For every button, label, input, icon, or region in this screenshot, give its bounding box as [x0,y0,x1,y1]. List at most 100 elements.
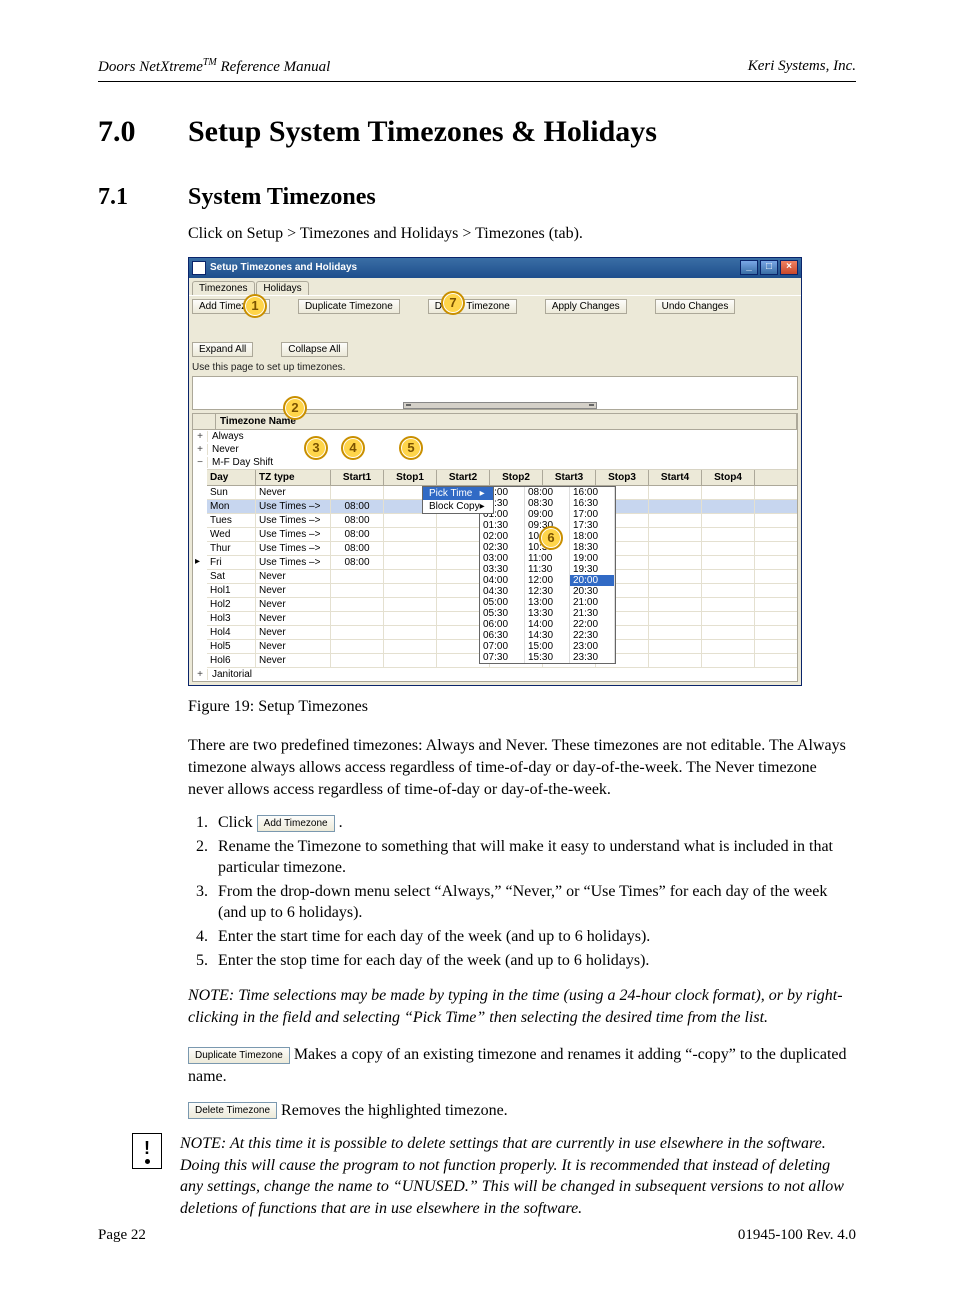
time-cell[interactable] [384,654,437,667]
time-cell[interactable] [702,584,755,597]
time-cell[interactable] [649,514,702,527]
picker-time[interactable]: 21:30 [570,608,615,619]
picker-time[interactable]: 22:00 [570,619,615,630]
tz-node-never[interactable]: + Never [193,443,797,456]
time-cell[interactable] [702,640,755,653]
expand-all-button[interactable]: Expand All [192,342,253,357]
picker-time[interactable]: 07:00 [480,641,525,652]
tztype-cell[interactable]: Use Times –> [256,514,331,527]
duplicate-timezone-button[interactable]: Duplicate Timezone [298,299,400,314]
picker-time[interactable]: 14:30 [525,630,570,641]
tztype-cell[interactable]: Never [256,570,331,583]
picker-time[interactable]: 17:30 [570,520,615,531]
time-cell[interactable] [649,500,702,513]
picker-time[interactable]: 08:30 [525,498,570,509]
time-cell[interactable] [702,612,755,625]
tztype-cell[interactable]: Use Times –> [256,556,331,569]
tab-holidays[interactable]: Holidays [256,281,308,295]
picker-time[interactable]: 20:00 [570,575,615,586]
picker-time[interactable]: 22:30 [570,630,615,641]
picker-time[interactable]: 14:00 [525,619,570,630]
expand-icon[interactable]: + [193,431,208,442]
time-cell[interactable] [331,654,384,667]
picker-time[interactable]: 17:00 [570,509,615,520]
subgrid-header[interactable]: Stop4 [702,470,755,485]
picker-time[interactable]: 16:00 [570,487,615,498]
picker-time[interactable]: 06:30 [480,630,525,641]
time-cell[interactable] [384,612,437,625]
time-cell[interactable] [331,486,384,499]
picker-time[interactable]: 07:30 [480,652,525,663]
picker-time[interactable]: 11:00 [525,553,570,564]
picker-time[interactable]: 05:00 [480,597,525,608]
picker-time[interactable]: 06:00 [480,619,525,630]
picker-time[interactable]: 20:30 [570,586,615,597]
time-cell[interactable] [649,640,702,653]
time-cell[interactable] [649,556,702,569]
subgrid-header[interactable]: Start3 [543,470,596,485]
picker-time[interactable]: 04:00 [480,575,525,586]
picker-time[interactable]: 23:30 [570,652,615,663]
collapse-icon[interactable]: − [193,457,208,468]
tztype-cell[interactable]: Never [256,612,331,625]
picker-time[interactable]: 05:30 [480,608,525,619]
picker-time[interactable]: 12:30 [525,586,570,597]
tztype-cell[interactable]: Never [256,654,331,667]
time-cell[interactable] [384,528,437,541]
time-cell[interactable] [331,640,384,653]
picker-time[interactable]: 18:00 [570,531,615,542]
picker-time[interactable]: 03:00 [480,553,525,564]
time-cell[interactable] [702,556,755,569]
time-cell[interactable] [331,626,384,639]
time-cell[interactable] [384,556,437,569]
expand-icon[interactable]: + [193,444,208,455]
time-cell[interactable] [649,598,702,611]
tztype-cell[interactable]: Use Times –> [256,500,331,513]
context-menu[interactable]: Pick Time ▸ Block Copy ▸ [422,486,494,514]
time-cell[interactable]: 08:00 [331,556,384,569]
picker-time[interactable]: 02:30 [480,542,525,553]
time-cell[interactable] [649,486,702,499]
picker-time[interactable]: 02:00 [480,531,525,542]
tztype-cell[interactable]: Never [256,598,331,611]
tztype-cell[interactable]: Never [256,486,331,499]
close-button[interactable]: × [780,260,798,275]
tz-node-always[interactable]: + Always [193,430,797,443]
tztype-cell[interactable]: Never [256,626,331,639]
time-cell[interactable] [649,612,702,625]
picker-time[interactable]: 19:00 [570,553,615,564]
time-cell[interactable] [649,654,702,667]
picker-time[interactable]: 23:00 [570,641,615,652]
subgrid-header[interactable]: Start2 [437,470,490,485]
subgrid-header[interactable]: Stop3 [596,470,649,485]
tztype-cell[interactable]: Never [256,640,331,653]
time-cell[interactable] [331,612,384,625]
time-cell[interactable] [702,570,755,583]
time-cell[interactable] [702,486,755,499]
picker-time[interactable]: 09:00 [525,509,570,520]
time-cell[interactable] [331,584,384,597]
time-cell[interactable] [384,514,437,527]
tz-node-mfdayshift[interactable]: − M-F Day Shift [193,456,797,469]
time-cell[interactable] [384,626,437,639]
time-cell[interactable] [702,626,755,639]
time-cell[interactable] [702,654,755,667]
subgrid-header[interactable]: Stop1 [384,470,437,485]
picker-time[interactable]: 19:30 [570,564,615,575]
subgrid-header[interactable]: Start1 [331,470,384,485]
picker-time[interactable]: 13:00 [525,597,570,608]
context-pick-time[interactable]: Pick Time ▸ [423,487,493,500]
time-cell[interactable] [649,528,702,541]
picker-time[interactable]: 03:30 [480,564,525,575]
time-cell[interactable] [649,626,702,639]
picker-time[interactable]: 16:30 [570,498,615,509]
time-cell[interactable]: 08:00 [331,514,384,527]
subgrid-header[interactable]: Day [207,470,256,485]
collapse-all-button[interactable]: Collapse All [281,342,347,357]
splitter-handle[interactable] [403,402,597,409]
time-cell[interactable] [649,570,702,583]
picker-time[interactable]: 15:30 [525,652,570,663]
picker-time[interactable]: 13:30 [525,608,570,619]
time-cell[interactable] [702,500,755,513]
tab-timezones[interactable]: Timezones [192,281,255,295]
